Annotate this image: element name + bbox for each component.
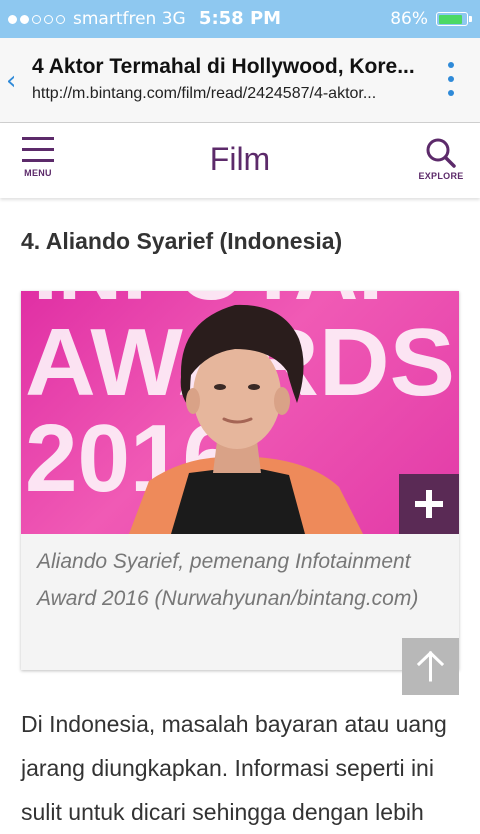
expand-image-button[interactable] [399, 474, 459, 534]
article-body-text: Di Indonesia, masalah bayaran atau uang … [21, 711, 447, 825]
article-photo[interactable]: INFOTAI AWARDS 2016 [21, 291, 459, 534]
article-figure: INFOTAI AWARDS 2016 Aliando [21, 291, 459, 670]
search-icon [426, 138, 456, 168]
chevron-left-icon[interactable]: ‹ [6, 66, 16, 96]
browser-page-title[interactable]: 4 Aktor Termahal di Hollywood, Kore... [32, 55, 430, 79]
vertical-dots-icon[interactable] [448, 62, 454, 96]
section-title: Film [209, 141, 271, 177]
explore-label: EXPLORE [418, 171, 464, 181]
status-bar: smartfren 3G 5:58 PM 86% [0, 0, 480, 38]
photo-illustration: INFOTAI AWARDS 2016 [25, 291, 455, 534]
explore-button[interactable]: EXPLORE [418, 137, 464, 181]
arrow-up-icon [416, 650, 445, 682]
battery-icon [436, 12, 472, 26]
back-to-top-button[interactable] [402, 638, 459, 695]
battery-info: 86% [390, 9, 472, 29]
article-heading: 4. Aliando Syarief (Indonesia) [21, 228, 343, 254]
battery-percent: 86% [390, 9, 428, 29]
site-header: MENU Film EXPLORE [0, 123, 480, 198]
browser-url[interactable]: http://m.bintang.com/film/read/2424587/4… [32, 85, 434, 103]
browser-address-bar: ‹ 4 Aktor Termahal di Hollywood, Kore...… [0, 38, 480, 123]
plus-icon [415, 490, 443, 518]
image-caption: Aliando Syarief, pemenang Infotainment A… [37, 550, 419, 610]
